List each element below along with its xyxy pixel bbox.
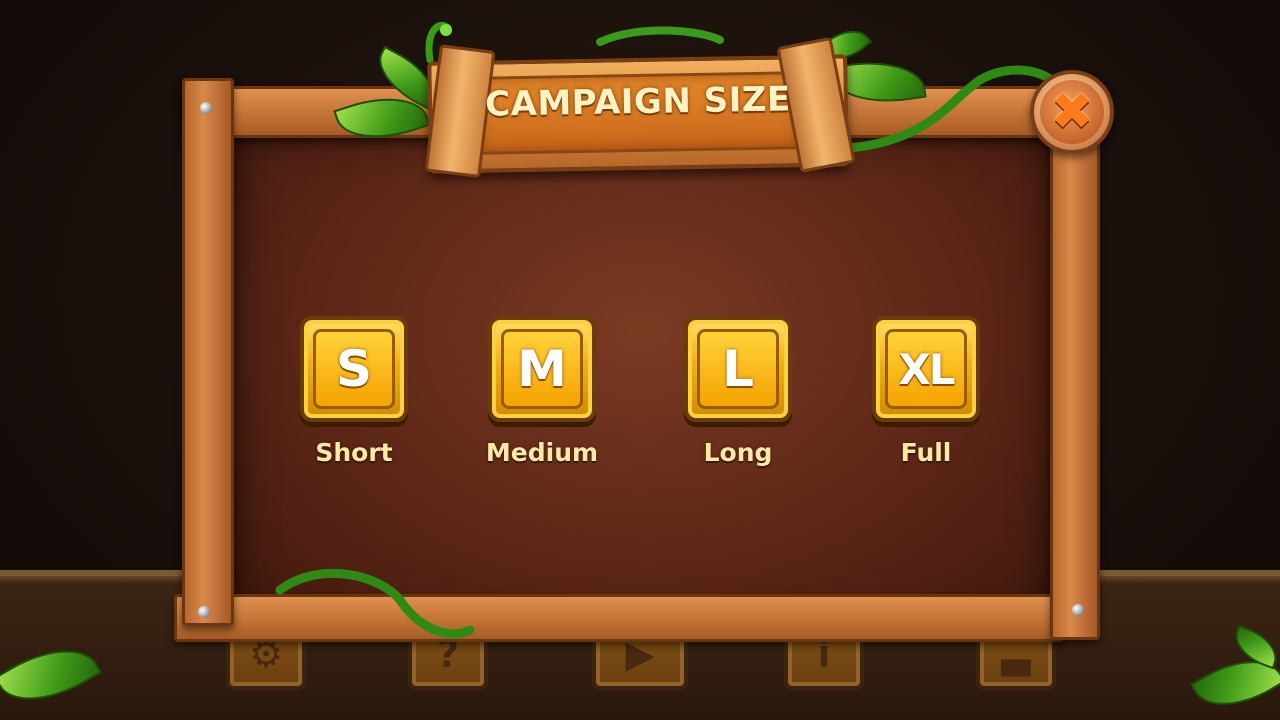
left-plank (182, 78, 234, 626)
close-x-icon: ✖ (1040, 80, 1104, 144)
size-option-short[interactable]: S Short (284, 316, 424, 476)
size-option-full[interactable]: XL Full (856, 316, 996, 476)
size-label: Medium (485, 438, 599, 467)
size-button-s[interactable]: S (300, 316, 408, 422)
size-badge: XL (885, 329, 967, 409)
size-option-long[interactable]: L Long (668, 316, 808, 476)
page-title: CAMPAIGN SIZE (484, 79, 792, 125)
size-button-xl[interactable]: XL (872, 316, 980, 422)
size-option-medium[interactable]: M Medium (472, 316, 612, 476)
size-button-m[interactable]: M (488, 316, 596, 422)
size-badge: S (313, 329, 395, 409)
size-badge: M (501, 329, 583, 409)
size-label: Long (703, 438, 773, 467)
nail (1072, 604, 1084, 616)
nail (198, 606, 210, 618)
size-badge: L (697, 329, 779, 409)
bottom-plank (174, 594, 1064, 642)
nail (200, 102, 212, 114)
size-button-l[interactable]: L (684, 316, 792, 422)
title-sign: CAMPAIGN SIZE (417, 36, 859, 179)
size-label: Full (900, 438, 952, 467)
close-button[interactable]: ✖ (1030, 70, 1114, 154)
size-label: Short (315, 438, 393, 467)
right-plank (1050, 132, 1100, 640)
